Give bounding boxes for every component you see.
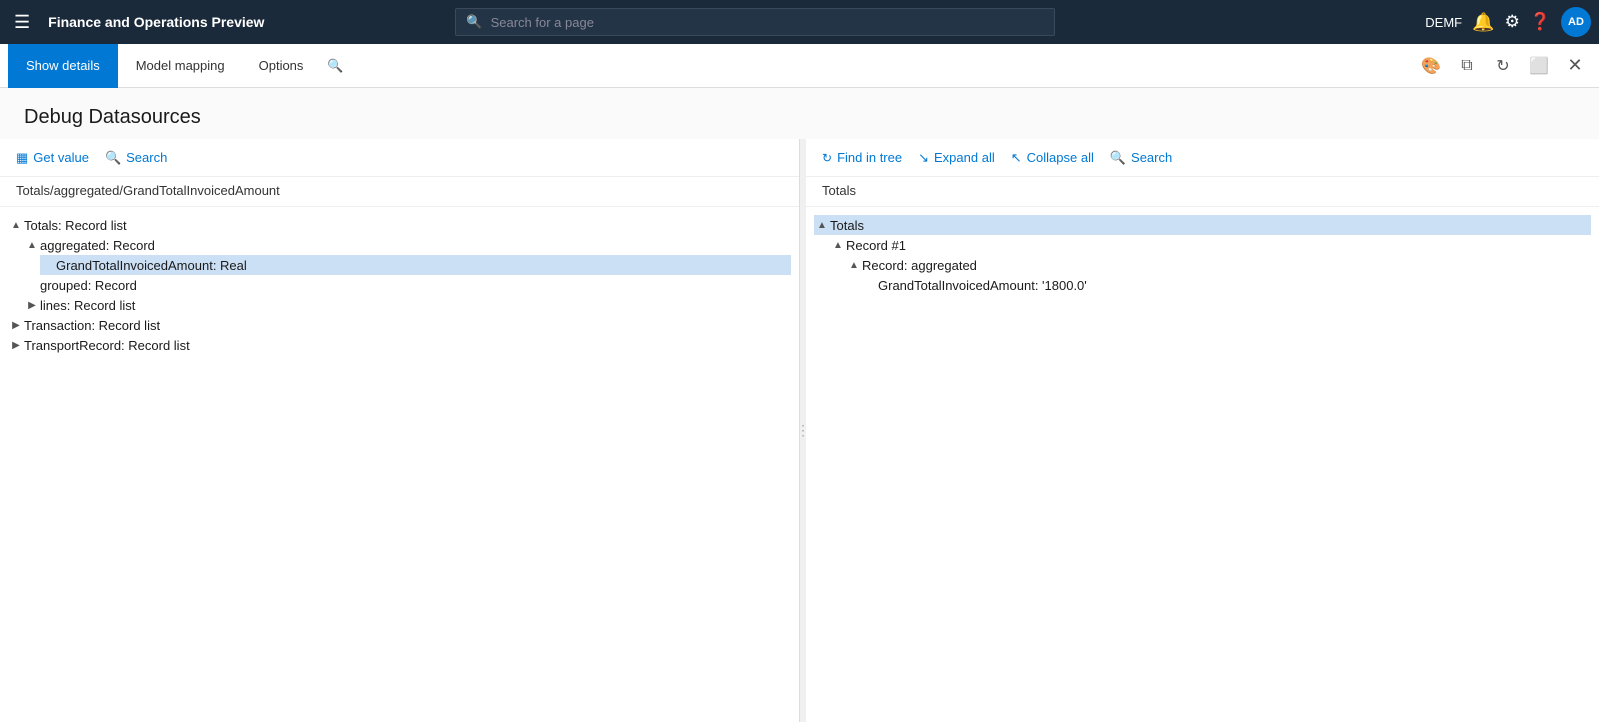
right-expand-arrow-raggregated[interactable] [846, 257, 862, 273]
expand-all-icon: ↘ [918, 150, 929, 166]
collapse-all-icon: ↖ [1011, 150, 1022, 166]
left-toolbar: ▦ Get value 🔍 Search [0, 139, 799, 177]
path-bar: Totals/aggregated/GrandTotalInvoicedAmou… [0, 177, 799, 207]
tree-row-transaction[interactable]: Transaction: Record list [8, 315, 791, 335]
hamburger-menu-icon[interactable]: ☰ [8, 8, 36, 37]
notification-icon[interactable]: 🔔 [1472, 12, 1494, 33]
right-tree-row-rgrandtotal[interactable]: GrandTotalInvoicedAmount: '1800.0' [862, 275, 1591, 295]
tree-row-transportrecord[interactable]: TransportRecord: Record list [8, 335, 791, 355]
popout-icon[interactable]: ⬜ [1523, 50, 1555, 82]
left-pane: ▦ Get value 🔍 Search Totals/aggregated/G… [0, 139, 800, 722]
tree-label-transaction: Transaction: Record list [24, 318, 160, 333]
right-search-button[interactable]: 🔍 Search [1110, 150, 1172, 166]
right-tree-row-record1[interactable]: Record #1 [830, 235, 1591, 255]
toolbar-search-icon[interactable]: 🔍 [319, 44, 351, 88]
user-label: DEMF [1425, 15, 1462, 30]
search-icon: 🔍 [466, 14, 482, 30]
global-search-input[interactable] [491, 15, 1045, 30]
tree-label-transportrecord: TransportRecord: Record list [24, 338, 190, 353]
left-tree-area[interactable]: Totals: Record list aggregated: Record G… [0, 207, 799, 722]
tree-row-totals[interactable]: Totals: Record list [8, 215, 791, 235]
toolbar-right-icons: 🎨 ⧉ ↻ ⬜ ✕ [1415, 50, 1591, 82]
right-tree-row-raggregated[interactable]: Record: aggregated [846, 255, 1591, 275]
right-tree-label-raggregated: Record: aggregated [862, 258, 977, 273]
user-avatar[interactable]: AD [1561, 7, 1591, 37]
leaf-icon-grouped [24, 277, 40, 293]
main-content: Debug Datasources ▦ Get value 🔍 Search T… [0, 88, 1599, 722]
right-tree-row-totals[interactable]: Totals [814, 215, 1591, 235]
global-search-bar[interactable]: 🔍 [455, 8, 1055, 36]
left-search-icon: 🔍 [105, 150, 121, 166]
expand-arrow-transportrecord[interactable] [8, 337, 24, 353]
settings-icon[interactable]: ⚙ [1505, 12, 1520, 32]
app-title: Finance and Operations Preview [48, 14, 264, 30]
top-right-icons: DEMF 🔔 ⚙ ❓ AD [1425, 7, 1591, 37]
expand-all-button[interactable]: ↘ Expand all [918, 150, 995, 166]
tree-label-grandtotal: GrandTotalInvoicedAmount: Real [56, 258, 247, 273]
right-expand-arrow-record1[interactable] [830, 237, 846, 253]
main-toolbar: Show details Model mapping Options 🔍 🎨 ⧉… [0, 44, 1599, 88]
tree-row-grandtotal[interactable]: GrandTotalInvoicedAmount: Real [40, 255, 791, 275]
tree-label-aggregated: aggregated: Record [40, 238, 155, 253]
tree-row-grouped[interactable]: grouped: Record [24, 275, 791, 295]
right-toolbar: ↻ Find in tree ↘ Expand all ↖ Collapse a… [806, 139, 1599, 177]
right-tree-label-rgrandtotal: GrandTotalInvoicedAmount: '1800.0' [878, 278, 1087, 293]
leaf-icon-grandtotal [40, 257, 56, 273]
expand-arrow-lines[interactable] [24, 297, 40, 313]
right-search-icon: 🔍 [1110, 150, 1126, 166]
tree-row-lines[interactable]: lines: Record list [24, 295, 791, 315]
get-value-button[interactable]: ▦ Get value [16, 150, 89, 166]
tree-label-grouped: grouped: Record [40, 278, 137, 293]
right-pane: ↻ Find in tree ↘ Expand all ↖ Collapse a… [806, 139, 1599, 722]
expand-arrow-transaction[interactable] [8, 317, 24, 333]
close-button[interactable]: ✕ [1559, 50, 1591, 82]
right-tree-label-totals: Totals [830, 218, 864, 233]
page-title: Debug Datasources [0, 88, 1599, 139]
tree-row-aggregated[interactable]: aggregated: Record [24, 235, 791, 255]
right-tree-label-record1: Record #1 [846, 238, 906, 253]
tab-options[interactable]: Options [243, 44, 320, 88]
help-icon[interactable]: ❓ [1530, 12, 1551, 32]
collapse-all-button[interactable]: ↖ Collapse all [1011, 150, 1094, 166]
tab-model-mapping[interactable]: Model mapping [118, 44, 243, 88]
expand-arrow-aggregated[interactable] [24, 237, 40, 253]
tab-show-details[interactable]: Show details [8, 44, 118, 88]
find-in-tree-button[interactable]: ↻ Find in tree [822, 150, 902, 165]
tree-label-totals: Totals: Record list [24, 218, 127, 233]
right-path-bar: Totals [806, 177, 1599, 207]
find-in-tree-icon: ↻ [822, 151, 832, 165]
right-leaf-icon-rgrandtotal [862, 277, 878, 293]
tree-label-lines: lines: Record list [40, 298, 135, 313]
expand-arrow-totals[interactable] [8, 217, 24, 233]
left-search-button[interactable]: 🔍 Search [105, 150, 167, 166]
top-navigation-bar: ☰ Finance and Operations Preview 🔍 DEMF … [0, 0, 1599, 44]
right-expand-arrow-totals[interactable] [814, 217, 830, 233]
get-value-icon: ▦ [16, 150, 28, 166]
compare-icon[interactable]: ⧉ [1451, 50, 1483, 82]
refresh-icon[interactable]: ↻ [1487, 50, 1519, 82]
right-tree-area[interactable]: Totals Record #1 Record: aggregated Gran… [806, 207, 1599, 722]
split-panes: ▦ Get value 🔍 Search Totals/aggregated/G… [0, 139, 1599, 722]
palette-icon[interactable]: 🎨 [1415, 50, 1447, 82]
